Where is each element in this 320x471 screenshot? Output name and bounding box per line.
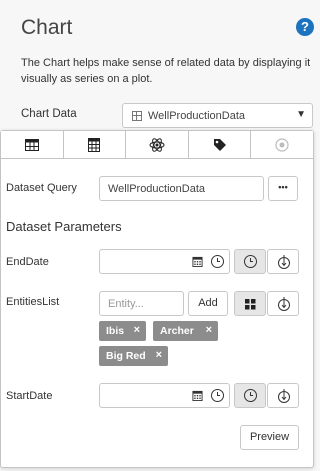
dataset-query-input[interactable]: WellProductionData bbox=[99, 176, 264, 201]
stopwatch-down-icon bbox=[278, 255, 290, 269]
calendar-icon[interactable] bbox=[192, 390, 203, 401]
dataset-query-label: Dataset Query bbox=[6, 182, 77, 194]
remove-chip-icon[interactable]: × bbox=[206, 324, 212, 336]
dataset-parameters-title: Dataset Parameters bbox=[6, 219, 122, 234]
table-icon bbox=[132, 111, 142, 121]
entities-list-mode-button[interactable] bbox=[234, 291, 266, 316]
entity-placeholder: Entity... bbox=[108, 298, 144, 310]
tab-series[interactable] bbox=[126, 131, 189, 158]
entity-chip: Big Red × bbox=[99, 346, 168, 366]
tag-icon bbox=[213, 138, 226, 151]
start-date-label: StartDate bbox=[6, 390, 53, 402]
atom-icon bbox=[149, 137, 165, 152]
tab-data[interactable] bbox=[1, 131, 64, 158]
clock-icon bbox=[244, 255, 257, 268]
end-date-input[interactable] bbox=[99, 249, 230, 274]
end-date-relative-button[interactable] bbox=[267, 249, 299, 274]
popover-tabs bbox=[1, 131, 313, 159]
start-date-time-mode-button[interactable] bbox=[234, 383, 266, 408]
chart-data-select[interactable]: WellProductionData ▼ bbox=[122, 103, 313, 128]
entity-chip: Ibis × bbox=[99, 321, 146, 341]
entity-chip-label: Big Red bbox=[106, 350, 146, 362]
dataset-query-value: WellProductionData bbox=[108, 183, 206, 195]
add-entity-button[interactable]: Add bbox=[188, 291, 228, 316]
tab-calculator[interactable] bbox=[63, 131, 127, 158]
preview-button[interactable]: Preview bbox=[240, 425, 299, 450]
calculator-icon bbox=[88, 137, 101, 152]
caret-down-icon: ▼ bbox=[296, 109, 306, 120]
entity-input[interactable]: Entity... bbox=[99, 291, 184, 316]
question-circle-icon[interactable]: ? bbox=[296, 18, 314, 36]
panel-description: The Chart helps make sense of related da… bbox=[21, 57, 311, 85]
entities-list-label: EntitiesList bbox=[6, 296, 60, 308]
table-icon bbox=[24, 138, 39, 151]
remove-chip-icon[interactable]: × bbox=[156, 349, 162, 361]
entity-chip-label: Archer bbox=[160, 325, 194, 337]
chart-data-value: WellProductionData bbox=[148, 110, 246, 122]
stopwatch-down-icon bbox=[278, 297, 290, 311]
dataset-popover: Dataset Query WellProductionData ••• Dat… bbox=[0, 130, 314, 468]
panel-title: Chart bbox=[21, 16, 73, 39]
remove-chip-icon[interactable]: × bbox=[134, 324, 140, 336]
tab-tag[interactable] bbox=[188, 131, 252, 158]
start-date-relative-button[interactable] bbox=[267, 383, 299, 408]
chart-data-label: Chart Data bbox=[21, 108, 77, 120]
clock-icon[interactable] bbox=[211, 389, 224, 402]
end-date-time-mode-button[interactable] bbox=[234, 249, 266, 274]
entities-list-relative-button[interactable] bbox=[267, 291, 299, 316]
entity-chip: Archer × bbox=[153, 321, 218, 341]
entity-chip-label: Ibis bbox=[106, 325, 125, 337]
start-date-input[interactable] bbox=[99, 383, 230, 408]
calendar-icon[interactable] bbox=[192, 256, 203, 267]
stopwatch-down-icon bbox=[278, 389, 290, 403]
end-date-label: EndDate bbox=[6, 256, 49, 268]
grid-icon bbox=[245, 299, 256, 310]
clock-icon[interactable] bbox=[211, 255, 224, 268]
clock-icon bbox=[244, 389, 257, 402]
circle-dot-icon bbox=[275, 137, 289, 152]
dataset-query-more-button[interactable]: ••• bbox=[268, 176, 298, 201]
tab-other[interactable] bbox=[251, 131, 313, 158]
